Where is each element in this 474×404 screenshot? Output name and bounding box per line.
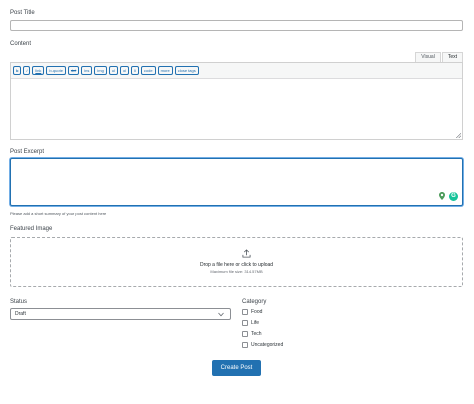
qt-img-button[interactable]: img (94, 66, 107, 75)
editor-tabs: Visual Text (415, 52, 463, 62)
chevron-down-icon (218, 312, 224, 317)
content-label: Content (10, 41, 32, 47)
featured-image-dropzone[interactable]: Drop a file here or click to upload Maxi… (10, 237, 463, 287)
post-title-input[interactable] (10, 20, 463, 31)
post-title-label: Post Title (10, 10, 35, 16)
qt-del-button[interactable]: del (67, 66, 80, 75)
qt-close-tags-button[interactable]: close tags (174, 66, 199, 75)
create-post-button[interactable]: Create Post (212, 360, 261, 376)
content-editor[interactable]: b i link b-quote del ins img ul ol li co… (10, 62, 463, 140)
status-selected-value: Draft (15, 311, 26, 317)
quicktags-toolbar: b i link b-quote del ins img ul ol li co… (11, 63, 462, 79)
dropzone-max-size: Maximum file size: 314.57MB (210, 269, 263, 274)
category-option-tech[interactable]: Tech (242, 331, 262, 337)
excerpt-label: Post Excerpt (10, 149, 45, 155)
dropzone-text: Drop a file here or click to upload (199, 262, 274, 268)
category-option-uncategorized[interactable]: Uncategorized (242, 342, 283, 348)
category-option-life[interactable]: Life (242, 320, 259, 326)
qt-bold-button[interactable]: b (13, 66, 22, 75)
grammarly-icon[interactable]: G (449, 192, 458, 201)
qt-link-button[interactable]: link (32, 66, 45, 75)
excerpt-textarea[interactable]: G (10, 158, 463, 206)
qt-ins-button[interactable]: ins (81, 66, 93, 75)
category-checkbox[interactable] (242, 320, 248, 326)
tab-text[interactable]: Text (441, 52, 463, 62)
category-checkbox[interactable] (242, 331, 248, 337)
qt-more-button[interactable]: more (157, 66, 173, 75)
category-option-label: Tech (251, 331, 262, 337)
tab-visual[interactable]: Visual (415, 52, 441, 62)
status-label: Status (10, 299, 28, 305)
qt-ol-button[interactable]: ol (119, 66, 130, 75)
category-option-label: Life (251, 320, 260, 326)
category-label: Category (242, 299, 267, 305)
category-checkbox[interactable] (242, 309, 248, 315)
resize-handle-icon[interactable] (456, 133, 461, 138)
qt-blockquote-button[interactable]: b-quote (46, 66, 66, 75)
category-option-label: Uncategorized (251, 342, 284, 348)
qt-italic-button[interactable]: i (23, 66, 31, 75)
featured-image-label: Featured Image (10, 226, 53, 232)
location-pin-icon (439, 192, 445, 200)
category-checkbox[interactable] (242, 342, 248, 348)
category-option-label: Food (251, 309, 263, 315)
qt-li-button[interactable]: li (131, 66, 139, 75)
qt-ul-button[interactable]: ul (108, 66, 118, 75)
qt-code-button[interactable]: code (140, 66, 156, 75)
excerpt-help-text: Please add a short summary of your post … (10, 211, 107, 216)
status-select[interactable]: Draft (10, 308, 231, 320)
category-option-food[interactable]: Food (242, 309, 262, 315)
upload-icon (242, 249, 251, 258)
